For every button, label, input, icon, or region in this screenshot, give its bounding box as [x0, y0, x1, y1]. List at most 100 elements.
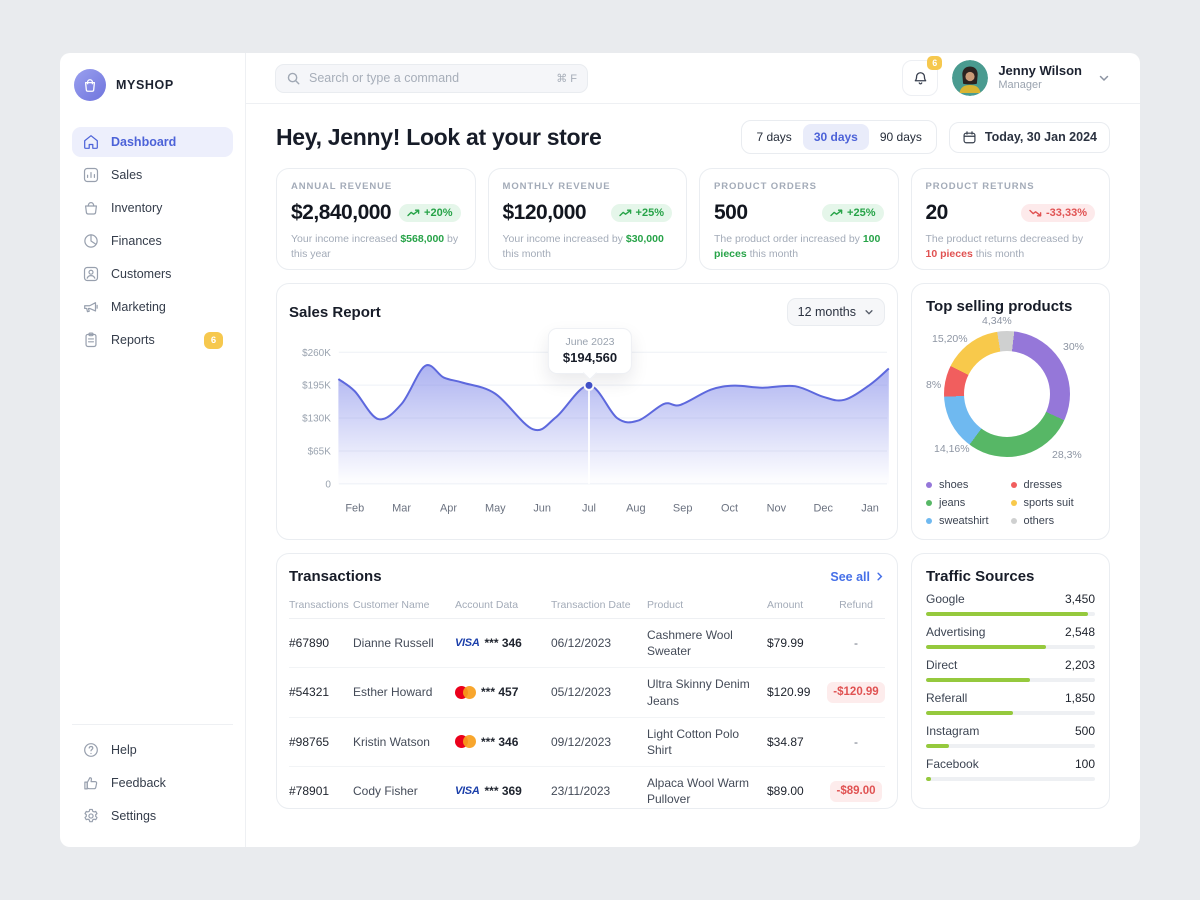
traffic-source-advertising: Advertising2,548 — [926, 625, 1095, 649]
transaction-date: 05/12/2023 — [551, 684, 647, 700]
sidebar-item-label: Feedback — [111, 776, 166, 790]
sidebar-item-help[interactable]: Help — [72, 735, 233, 765]
legend-label: others — [1024, 515, 1055, 527]
tables-row: Transactions See all TransactionsCustome… — [276, 553, 1110, 809]
traffic-source-direct: Direct2,203 — [926, 658, 1095, 682]
sidebar-item-marketing[interactable]: Marketing — [72, 292, 233, 322]
traffic-source-row: Google3,450 — [926, 592, 1095, 606]
calendar-icon — [962, 130, 977, 145]
donut-slice-label: 4,34% — [982, 315, 1012, 327]
traffic-source-row: Advertising2,548 — [926, 625, 1095, 639]
traffic-bar-track — [926, 744, 1095, 748]
range-tab-30-days[interactable]: 30 days — [803, 124, 869, 150]
refund: -$89.00 — [827, 781, 885, 803]
kpi-trend-badge: +25% — [822, 204, 883, 222]
traffic-source-referall: Referall1,850 — [926, 691, 1095, 715]
main-column: ⌘ F 6 Jenny Wilson Manager — [246, 53, 1140, 847]
svg-text:0: 0 — [325, 479, 331, 490]
table-row: #98765Kristin Watson*** 34609/12/2023Lig… — [289, 718, 885, 767]
sidebar-item-inventory[interactable]: Inventory — [72, 193, 233, 223]
transaction-date: 06/12/2023 — [551, 635, 647, 651]
refund: - — [827, 635, 885, 651]
transaction-id: #67890 — [289, 635, 353, 651]
chart-marker-dot — [585, 381, 594, 390]
sidebar-bottom-nav: Help Feedback Settings — [72, 724, 233, 831]
sidebar-item-customers[interactable]: Customers — [72, 259, 233, 289]
top-products-card: Top selling products 4,34%30%28,3%14,16%… — [911, 283, 1110, 540]
sidebar-item-sales[interactable]: Sales — [72, 160, 233, 190]
product-name: Ultra Skinny Denim Jeans — [647, 676, 767, 708]
svg-text:May: May — [485, 503, 506, 515]
sales-report-header: Sales Report 12 months — [289, 298, 885, 326]
kpi-value-row: 500+25% — [714, 201, 884, 225]
user-role: Manager — [998, 79, 1082, 93]
legend-dot — [926, 500, 932, 506]
search-bar[interactable]: ⌘ F — [275, 64, 588, 93]
donut-legend: shoesdressesjeanssports suitsweatshirtot… — [926, 479, 1095, 527]
svg-text:Dec: Dec — [813, 503, 833, 515]
legend-item-sweatshirt: sweatshirt — [926, 515, 1011, 527]
column-header-refund: Refund — [827, 599, 885, 611]
transactions-title: Transactions — [289, 568, 382, 585]
sidebar-item-feedback[interactable]: Feedback — [72, 768, 233, 798]
sidebar-item-label: Finances — [111, 234, 162, 248]
see-all-link[interactable]: See all — [830, 570, 885, 584]
traffic-source-value: 100 — [1075, 757, 1095, 771]
sidebar-item-finances[interactable]: Finances — [72, 226, 233, 256]
svg-text:$195K: $195K — [302, 381, 331, 392]
range-tabs: 7 days30 days90 days — [741, 120, 936, 154]
months-select-value: 12 months — [798, 305, 856, 319]
months-select[interactable]: 12 months — [787, 298, 885, 326]
see-all-label: See all — [830, 570, 870, 584]
transaction-date: 23/11/2023 — [551, 783, 647, 799]
transactions-header: Transactions See all — [289, 568, 885, 585]
chevron-down-icon[interactable] — [1098, 72, 1110, 84]
avatar[interactable] — [952, 60, 988, 96]
sidebar: MYSHOP DashboardSalesInventory Finances Cu… — [60, 53, 246, 847]
charts-row: Sales Report 12 months $260K$195K$130K$6… — [276, 283, 1110, 540]
home-icon — [82, 133, 100, 151]
kpi-trend-badge: -33,33% — [1021, 204, 1095, 222]
traffic-sources-list: Google3,450 Advertising2,548 Direct2,203 Re… — [926, 592, 1095, 781]
card-digits: *** 457 — [481, 684, 518, 700]
notifications-button[interactable]: 6 — [902, 60, 938, 96]
kpi-value-row: $120,000 +25% — [503, 201, 673, 225]
refund-amount: -$89.00 — [830, 781, 881, 803]
kpi-delta: +25% — [636, 207, 664, 219]
kpi-value: $2,840,000 — [291, 201, 391, 225]
column-header-transaction-date: Transaction Date — [551, 599, 647, 611]
search-input[interactable] — [309, 71, 548, 85]
notification-badge: 6 — [927, 56, 942, 70]
account-data: VISA*** 369 — [455, 783, 551, 799]
logo: MYSHOP — [72, 67, 233, 101]
sidebar-item-reports[interactable]: Reports6 — [72, 325, 233, 355]
customer-name: Dianne Russell — [353, 635, 455, 651]
sidebar-nav: DashboardSalesInventory Finances Customers… — [72, 127, 233, 355]
user-info[interactable]: Jenny Wilson Manager — [998, 63, 1082, 93]
sidebar-item-dashboard[interactable]: Dashboard — [72, 127, 233, 157]
customer-name: Kristin Watson — [353, 734, 455, 750]
svg-text:Aug: Aug — [626, 503, 646, 515]
traffic-source-row: Facebook100 — [926, 757, 1095, 771]
kpi-card-annual-revenue: ANNUAL REVENUE$2,840,000+20%Your income … — [276, 168, 476, 270]
kpi-value: $120,000 — [503, 201, 587, 225]
range-tab-7-days[interactable]: 7 days — [745, 124, 802, 150]
svg-text:$260K: $260K — [302, 348, 331, 359]
marketing-icon — [82, 298, 100, 316]
card-digits: *** 369 — [484, 783, 521, 799]
traffic-source-value: 1,850 — [1065, 691, 1095, 705]
amount: $79.99 — [767, 635, 827, 651]
kpi-label: ANNUAL REVENUE — [291, 181, 461, 192]
column-header-amount: Amount — [767, 599, 827, 611]
legend-item-dresses: dresses — [1011, 479, 1096, 491]
legend-dot — [1011, 500, 1017, 506]
mastercard-logo-icon — [455, 686, 476, 699]
product-name: Light Cotton Polo Shirt — [647, 726, 767, 758]
svg-text:Nov: Nov — [767, 503, 787, 515]
sidebar-item-settings[interactable]: Settings — [72, 801, 233, 831]
transactions-table-header: TransactionsCustomer NameAccount DataTra… — [289, 593, 885, 619]
svg-text:Jan: Jan — [861, 503, 879, 515]
range-tab-90-days[interactable]: 90 days — [869, 124, 933, 150]
date-picker[interactable]: Today, 30 Jan 2024 — [949, 122, 1110, 153]
kpi-trend-badge: +20% — [399, 204, 460, 222]
